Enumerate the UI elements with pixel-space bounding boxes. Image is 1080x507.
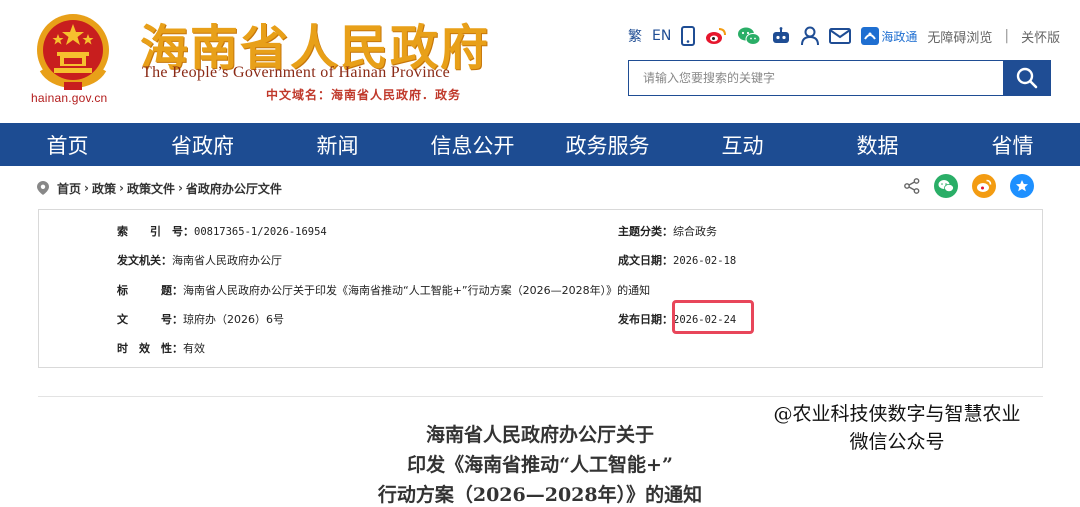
share-bar [904, 174, 1034, 198]
site-header: hainan.gov.cn 海南省人民政府 The People’s Gover… [0, 0, 1080, 122]
meta-title-row: 标 题：海南省人民政府办公厅关于印发《海南省推动“人工智能+”行动方案（2026… [117, 282, 650, 298]
meta-index-row: 索 引 号：00817365-1/2026-16954 [117, 223, 327, 239]
share-favorite-icon[interactable] [1010, 174, 1034, 198]
share-wechat-icon[interactable] [934, 174, 958, 198]
nav-item-government[interactable]: 省政府 [135, 123, 270, 166]
meta-docno-value: 琼府办（2026）6号 [183, 313, 284, 326]
meta-index-value: 00817365-1/2026-16954 [194, 226, 327, 238]
breadcrumb-home[interactable]: 首页 [57, 180, 81, 197]
breadcrumb-policy-documents[interactable]: 政策文件 [127, 180, 175, 197]
nav-item-interaction[interactable]: 互动 [675, 123, 810, 166]
meta-topic-label: 主题分类： [618, 225, 673, 238]
meta-issuer-row: 发文机关：海南省人民政府办公厅 [117, 252, 282, 268]
share-icon[interactable] [904, 178, 920, 194]
haizhengtong-link[interactable]: 海政通 [861, 24, 917, 48]
share-weibo-icon[interactable] [972, 174, 996, 198]
nav-item-data[interactable]: 数据 [810, 123, 945, 166]
main-nav: 首页 省政府 新闻 信息公开 政务服务 互动 数据 省情 [0, 123, 1080, 166]
english-link[interactable]: EN [652, 24, 671, 48]
breadcrumb-arrow: › [118, 181, 124, 195]
nav-item-news[interactable]: 新闻 [270, 123, 405, 166]
meta-docno-row: 文 号：琼府办（2026）6号 [117, 311, 284, 327]
meta-issuer-label: 发文机关： [117, 254, 172, 267]
document-title-line: 行动方案（2026—2028年）》的通知 [377, 484, 703, 506]
breadcrumb-arrow: › [84, 181, 89, 195]
mail-icon[interactable] [829, 24, 852, 48]
meta-validity-value: 有效 [183, 342, 205, 355]
published-date-highlight [672, 300, 754, 334]
meta-docno-label: 文 号： [117, 313, 183, 326]
traditional-chinese-link[interactable]: 繁 [628, 24, 642, 48]
document-title: 海南省人民政府办公厅关于 印发《海南省推动“人工智能+” 行动方案（2026—2… [340, 420, 740, 507]
meta-issuer-value: 海南省人民政府办公厅 [172, 254, 282, 267]
meta-created-value: 2026-02-18 [673, 255, 737, 267]
robot-assistant-icon[interactable] [771, 24, 791, 48]
meta-title-label: 标 题： [117, 284, 183, 297]
toolbar-separator: | [1004, 28, 1010, 44]
haizhengtong-icon [861, 27, 880, 45]
meta-created-row: 成文日期：2026-02-18 [618, 252, 736, 268]
breadcrumb-office-documents[interactable]: 省政府办公厅文件 [186, 180, 282, 197]
content-divider [38, 396, 1043, 397]
nav-item-services[interactable]: 政务服务 [540, 123, 675, 166]
nav-item-info-disclosure[interactable]: 信息公开 [405, 123, 540, 166]
meta-validity-row: 时 效 性：有效 [117, 340, 205, 356]
meta-topic-row: 主题分类：综合政务 [618, 223, 717, 239]
breadcrumb-arrow: › [177, 181, 183, 195]
weibo-icon[interactable] [705, 24, 727, 48]
nav-item-home[interactable]: 首页 [0, 123, 135, 166]
haizhengtong-label: 海政通 [881, 29, 918, 44]
watermark-line: 微信公众号 [849, 431, 945, 453]
document-title-line: 海南省人民政府办公厅关于 [425, 424, 654, 446]
search-button[interactable] [1003, 60, 1051, 96]
nav-item-province-overview[interactable]: 省情 [945, 123, 1080, 166]
watermark-line: @农业科技侠数字与智慧农业 [773, 403, 1021, 425]
document-title-line: 印发《海南省推动“人工智能+” [407, 454, 673, 476]
location-pin-icon [37, 181, 49, 195]
breadcrumb-policy[interactable]: 政策 [92, 180, 116, 197]
meta-published-label: 发布日期： [618, 313, 673, 326]
breadcrumb: 首页 › 政策 › 政策文件 › 省政府办公厅文件 [37, 179, 282, 197]
meta-index-label: 索 引 号： [117, 225, 194, 238]
header-toolbar: 繁 EN 海政通 无障碍浏览 | 关怀版 [628, 22, 1060, 50]
elder-mode-link[interactable]: 关怀版 [1021, 24, 1060, 48]
chinese-domain-label: 中文域名：海南省人民政府．政务 [266, 88, 462, 102]
meta-created-label: 成文日期： [618, 254, 673, 267]
mobile-icon[interactable] [681, 24, 696, 48]
domain-label: hainan.gov.cn [31, 91, 108, 105]
search-input[interactable] [629, 61, 1003, 95]
user-icon[interactable] [801, 24, 820, 48]
wechat-icon[interactable] [737, 24, 761, 48]
search-box [628, 60, 1004, 96]
meta-title-value: 海南省人民政府办公厅关于印发《海南省推动“人工智能+”行动方案（2026—202… [183, 284, 651, 297]
site-title-english: The People’s Government of Hainan Provin… [142, 64, 451, 81]
meta-validity-label: 时 效 性： [117, 342, 183, 355]
meta-topic-value: 综合政务 [673, 225, 717, 238]
accessible-browsing-link[interactable]: 无障碍浏览 [927, 24, 992, 48]
wechat-watermark: @农业科技侠数字与智慧农业 微信公众号 [752, 400, 1042, 456]
national-emblem-icon[interactable] [30, 10, 116, 92]
search-icon [1016, 67, 1038, 89]
